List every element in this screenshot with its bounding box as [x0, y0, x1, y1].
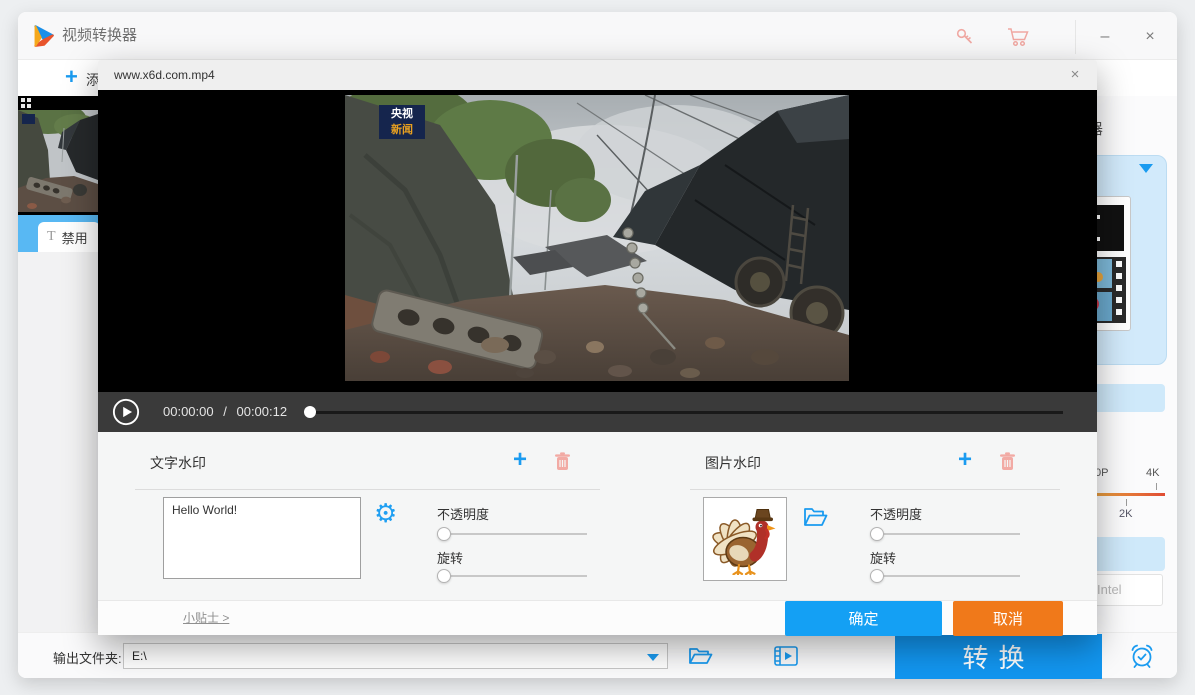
grid-view-icon	[21, 98, 32, 109]
open-output-folder-icon[interactable]	[688, 646, 714, 666]
turkey-image	[709, 503, 781, 575]
cart-icon[interactable]	[1006, 26, 1030, 48]
watermark-image-preview[interactable]	[703, 497, 787, 581]
text-opacity-slider[interactable]	[437, 527, 587, 541]
video-list-strip	[18, 96, 98, 215]
resolution-label-4k: 4K	[1146, 467, 1159, 479]
app-title: 视频转换器	[62, 12, 137, 60]
output-folder-label: 输出文件夹:	[53, 648, 122, 667]
text-tool-icon: T	[47, 229, 56, 245]
image-opacity-slider[interactable]	[870, 527, 1020, 541]
image-opacity-label: 不透明度	[870, 504, 922, 523]
titlebar-separator	[1075, 20, 1076, 54]
watermark-text-input[interactable]: Hello World!	[163, 497, 361, 579]
combo-caret-icon[interactable]	[647, 654, 659, 661]
image-watermark-add-icon[interactable]: +	[958, 448, 972, 472]
resolution-tick-2k	[1126, 499, 1127, 506]
merge-video-icon[interactable]	[774, 646, 798, 666]
dialog-title: www.x6d.com.mp4	[114, 60, 215, 90]
image-rotate-label: 旋转	[870, 548, 896, 567]
output-folder-value: E:\	[132, 649, 147, 663]
time-duration: 00:00:12	[236, 404, 287, 419]
intel-label: Intel	[1097, 582, 1122, 597]
image-watermark-divider	[690, 489, 1060, 490]
image-rotate-handle[interactable]	[870, 569, 884, 583]
badge-line2: 新闻	[379, 122, 425, 138]
cctv-news-badge: 央视 新闻	[379, 105, 425, 139]
play-button[interactable]	[112, 398, 140, 426]
image-watermark-delete-icon[interactable]	[999, 452, 1016, 471]
watermark-dialog: www.x6d.com.mp4 ×	[98, 60, 1097, 635]
text-watermark-delete-icon[interactable]	[554, 452, 571, 471]
tips-link[interactable]: 小贴士 >	[183, 601, 229, 636]
resolution-tick-4k	[1156, 483, 1157, 490]
bottom-bar: 输出文件夹: E:\ 转换	[18, 632, 1177, 678]
close-button[interactable]: ×	[1135, 22, 1165, 52]
video-preview-area: 央视 新闻	[98, 90, 1097, 392]
text-rotate-slider[interactable]	[437, 569, 587, 583]
seek-bar[interactable]	[311, 411, 1063, 414]
player-control-bar: 00:00:00 / 00:00:12	[98, 392, 1097, 432]
left-panel-body	[18, 252, 98, 632]
text-rotate-handle[interactable]	[437, 569, 451, 583]
tab-disable[interactable]: T 禁用	[38, 222, 100, 252]
text-opacity-handle[interactable]	[437, 527, 451, 541]
text-opacity-track[interactable]	[437, 533, 587, 535]
tab-disable-label: 禁用	[62, 228, 88, 247]
image-opacity-handle[interactable]	[870, 527, 884, 541]
text-rotate-label: 旋转	[437, 548, 463, 567]
cancel-button[interactable]: 取消	[953, 601, 1063, 636]
dialog-header: www.x6d.com.mp4 ×	[98, 60, 1097, 90]
video-frame: 央视 新闻	[345, 95, 849, 381]
time-display: 00:00:00 / 00:00:12	[163, 392, 293, 432]
dialog-footer: 小贴士 > 确定 取消	[98, 600, 1097, 635]
image-opacity-track[interactable]	[870, 533, 1020, 535]
app-logo-icon	[30, 23, 56, 49]
badge-line1: 央视	[379, 106, 425, 122]
time-current: 00:00:00	[163, 404, 214, 419]
text-watermark-add-icon[interactable]: +	[513, 448, 527, 472]
add-file-plus-icon[interactable]: +	[65, 64, 78, 90]
text-watermark-title: 文字水印	[150, 453, 206, 473]
image-rotate-track[interactable]	[870, 575, 1020, 577]
register-key-icon[interactable]	[954, 26, 976, 48]
time-separator: /	[223, 404, 227, 419]
watermark-tabstrip: T 禁用	[18, 215, 98, 252]
video-thumbnail[interactable]	[18, 110, 98, 212]
text-watermark-divider	[135, 489, 600, 490]
schedule-alarm-icon[interactable]	[1128, 642, 1156, 670]
browse-image-folder-icon[interactable]	[803, 506, 829, 528]
text-opacity-label: 不透明度	[437, 504, 489, 523]
ok-button[interactable]: 确定	[785, 601, 942, 636]
image-rotate-slider[interactable]	[870, 569, 1020, 583]
dialog-close-icon[interactable]: ×	[1063, 60, 1087, 90]
text-settings-gear-icon[interactable]: ⚙	[374, 501, 397, 527]
convert-button[interactable]: 转换	[895, 634, 1102, 679]
chevron-down-icon[interactable]	[1139, 164, 1153, 173]
text-rotate-track[interactable]	[437, 575, 587, 577]
title-bar: 视频转换器 – ×	[18, 12, 1177, 60]
image-watermark-title: 图片水印	[705, 453, 761, 473]
output-folder-combobox[interactable]: E:\	[123, 643, 668, 669]
seek-handle[interactable]	[304, 406, 316, 418]
minimize-button[interactable]: –	[1090, 22, 1120, 52]
resolution-label-0p: 0P	[1095, 467, 1108, 479]
resolution-label-2k: 2K	[1119, 508, 1132, 520]
